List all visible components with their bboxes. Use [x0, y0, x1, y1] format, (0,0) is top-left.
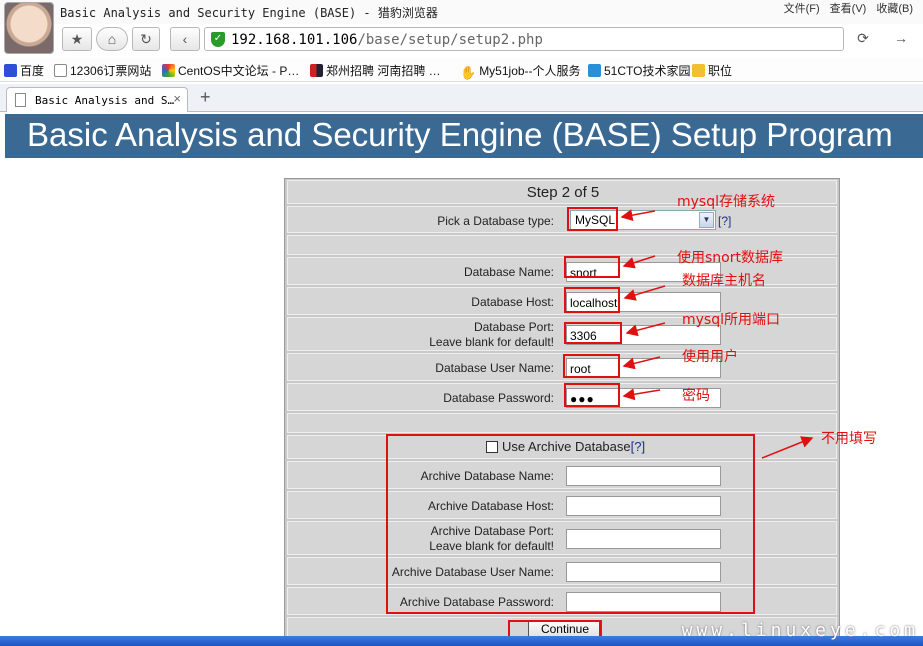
- arrow-db-host: [623, 285, 666, 301]
- arrow-db-user: [622, 356, 661, 370]
- watermark: www.linuxeye.com: [681, 620, 919, 641]
- note-archive: 不用填写: [821, 431, 877, 447]
- arrow-archive: [761, 436, 814, 459]
- note-db-host: 数据库主机名: [682, 273, 766, 289]
- note-db-pass: 密码: [682, 388, 710, 404]
- arrow-db-name: [622, 255, 656, 269]
- arrow-db-type: [620, 209, 656, 222]
- note-db-user: 使用用户: [682, 349, 738, 365]
- note-db-port: mysql所用端口: [682, 312, 780, 328]
- arrow-db-pass: [622, 388, 661, 401]
- arrow-db-port: [625, 322, 666, 337]
- note-db-name: 使用snort数据库: [677, 250, 783, 266]
- note-db-type: mysql存储系统: [677, 194, 775, 210]
- annotation-arrows: [620, 209, 814, 459]
